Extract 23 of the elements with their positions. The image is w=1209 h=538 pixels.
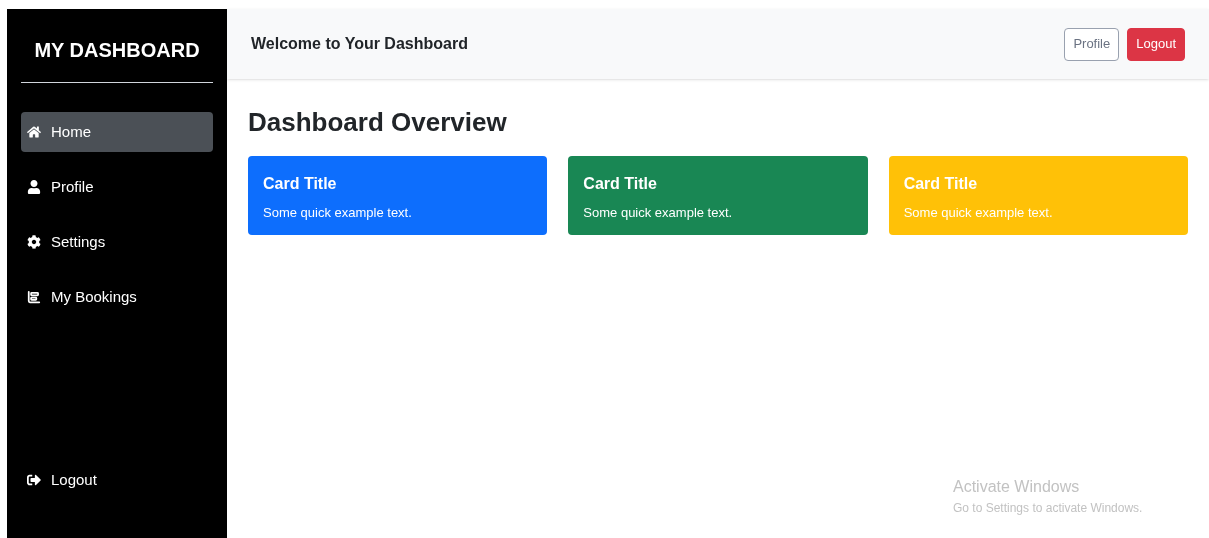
sidebar-item[interactable]: Home (21, 112, 213, 152)
user-icon (27, 180, 41, 194)
page-heading: Dashboard Overview (248, 106, 508, 139)
card-text: Some quick example text. (903, 204, 1054, 222)
card-title: Card Title (263, 174, 338, 194)
chart-icon (27, 290, 41, 304)
card-title: Card Title (903, 174, 979, 194)
logout-link[interactable]: Logout (21, 468, 213, 491)
card-text: Some quick example text. (263, 204, 413, 222)
logout-button[interactable]: Logout (1127, 27, 1185, 61)
home-icon (27, 125, 41, 139)
profile-button[interactable]: Profile (1064, 27, 1120, 61)
sidebar-item[interactable]: Settings (21, 222, 213, 262)
sidebar-title: MY DASHBOARD (21, 9, 213, 83)
settings-icon (27, 235, 41, 249)
card-title: Card Title (583, 174, 658, 194)
card-text: Some quick example text. (583, 204, 734, 222)
logout-icon (27, 472, 41, 487)
activation-text: Go to Settings to activate Windows. (953, 500, 1143, 517)
sidebar-item[interactable]: Profile (21, 167, 213, 207)
welcome-title: Welcome to Your Dashboard (251, 34, 468, 54)
sidebar-item[interactable]: My Bookings (21, 277, 213, 317)
activation-title: Activate Windows (953, 477, 1081, 497)
